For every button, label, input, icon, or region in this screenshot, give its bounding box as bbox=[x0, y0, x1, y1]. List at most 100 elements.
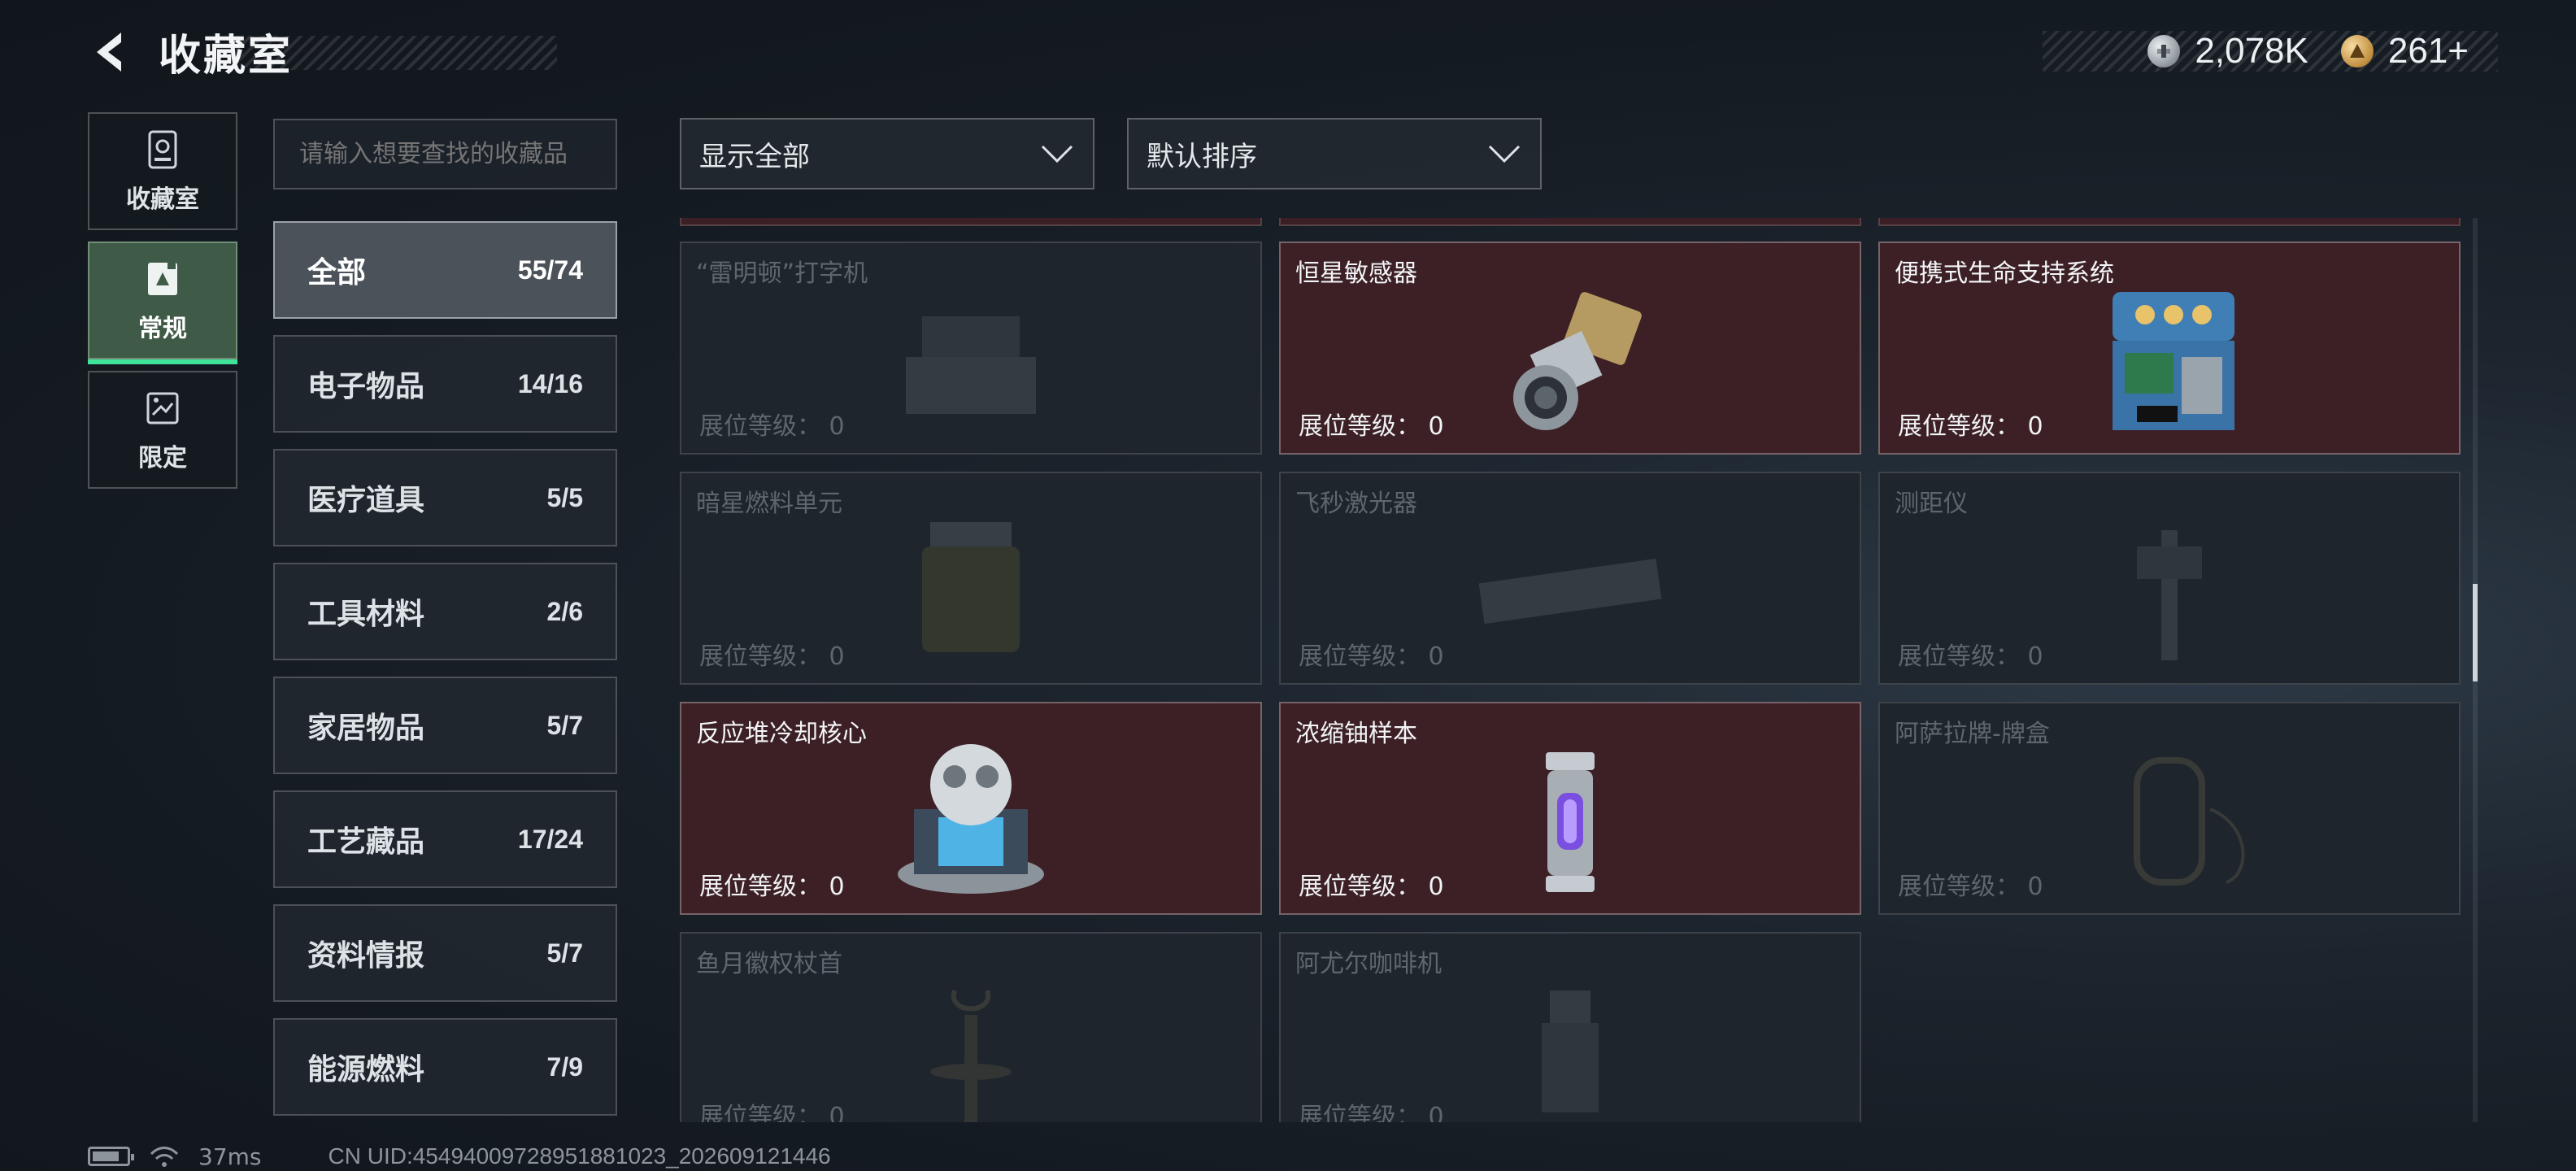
previous-row-card-edge bbox=[1878, 218, 2461, 226]
collection-card[interactable]: 反应堆冷却核心 展位等级： 0 bbox=[680, 702, 1262, 915]
collection-card[interactable]: 阿尤尔咖啡机 展位等级： 0 bbox=[1279, 932, 1861, 1122]
collection-card[interactable]: 测距仪 展位等级： 0 bbox=[1878, 472, 2461, 685]
level-label: 展位等级： bbox=[1299, 1103, 1421, 1122]
collection-card[interactable]: 飞秒激光器 展位等级： 0 bbox=[1279, 472, 1861, 685]
category-crafts[interactable]: 工艺藏品 17/24 bbox=[273, 790, 617, 888]
collection-card[interactable]: 鱼月徽权杖首 展位等级： 0 bbox=[680, 932, 1262, 1122]
category-name: 医疗道具 bbox=[307, 484, 425, 517]
laser-icon bbox=[1478, 558, 1662, 625]
item-name: 阿萨拉牌-牌盒 bbox=[1895, 720, 2050, 748]
regular-icon bbox=[148, 260, 177, 295]
level-label: 展位等级： bbox=[699, 1103, 821, 1122]
reactor-core-icon bbox=[898, 744, 1044, 894]
grid-scrollbar[interactable] bbox=[2473, 218, 2478, 1122]
category-count: 17/24 bbox=[517, 824, 583, 854]
category-name: 全部 bbox=[307, 256, 367, 289]
item-name: 反应堆冷却核心 bbox=[696, 720, 867, 748]
sidenav-item-label: 收藏室 bbox=[126, 185, 199, 214]
level-value: 0 bbox=[1428, 873, 1444, 901]
category-count: 55/74 bbox=[517, 255, 583, 285]
chevron-down-icon bbox=[1041, 145, 1073, 163]
category-medical[interactable]: 医疗道具 5/5 bbox=[273, 449, 617, 546]
category-name: 电子物品 bbox=[307, 370, 425, 403]
category-tools[interactable]: 工具材料 2/6 bbox=[273, 563, 617, 660]
category-count: 5/5 bbox=[546, 482, 583, 512]
category-intel[interactable]: 资料情报 5/7 bbox=[273, 904, 617, 1002]
level-label: 展位等级： bbox=[699, 412, 821, 441]
level-value: 0 bbox=[829, 873, 845, 901]
level-value: 0 bbox=[2027, 412, 2043, 441]
level-value: 0 bbox=[2027, 642, 2043, 671]
category-list: 全部 55/74 电子物品 14/16 医疗道具 5/5 工具材料 2/6 家居… bbox=[273, 221, 617, 1132]
category-name: 家居物品 bbox=[307, 712, 425, 745]
star-sensor-icon bbox=[1513, 292, 1642, 430]
silver-coin-icon bbox=[2147, 35, 2181, 67]
collection-card[interactable]: 浓缩铀样本 展位等级： 0 bbox=[1279, 702, 1861, 915]
category-name: 能源燃料 bbox=[307, 1053, 425, 1086]
item-level: 展位等级： 0 bbox=[1898, 636, 2043, 672]
item-level: 展位等级： 0 bbox=[699, 636, 845, 672]
level-label: 展位等级： bbox=[1299, 412, 1421, 441]
item-level: 展位等级： 0 bbox=[699, 406, 845, 442]
side-nav: 收藏室 常规 限定 bbox=[88, 112, 237, 500]
sidenav-item-regular[interactable]: 常规 bbox=[88, 242, 237, 364]
gold-currency-value[interactable]: 261+ bbox=[2388, 31, 2469, 72]
card-box-icon bbox=[2134, 757, 2245, 886]
category-count: 2/6 bbox=[546, 596, 583, 626]
category-count: 7/9 bbox=[546, 1051, 583, 1082]
category-count: 5/7 bbox=[546, 710, 583, 740]
collection-card[interactable]: 恒星敏感器 展位等级： 0 bbox=[1279, 242, 1861, 455]
item-level: 展位等级： 0 bbox=[1299, 1096, 1444, 1122]
display-filter-dropdown[interactable]: 显示全部 bbox=[680, 118, 1094, 189]
item-level: 展位等级： 0 bbox=[1898, 866, 2043, 902]
item-level: 展位等级： 0 bbox=[1299, 866, 1444, 902]
collection-card[interactable]: “雷明顿”打字机 展位等级： 0 bbox=[680, 242, 1262, 455]
title-container: 收藏室 bbox=[159, 23, 293, 81]
user-uid: CN UID:4549400972895188​1023_20260912144… bbox=[328, 1143, 831, 1169]
life-support-icon bbox=[2113, 292, 2234, 430]
item-name: 恒星敏感器 bbox=[1295, 259, 1417, 288]
level-value: 0 bbox=[1428, 1103, 1444, 1122]
scepter-head-icon bbox=[930, 990, 1012, 1122]
collection-card[interactable]: 暗星燃料单元 展位等级： 0 bbox=[680, 472, 1262, 685]
gold-coin-icon bbox=[2340, 35, 2374, 67]
sort-dropdown[interactable]: 默认排序 bbox=[1127, 118, 1542, 189]
level-value: 0 bbox=[829, 412, 845, 441]
item-name: 鱼月徽权杖首 bbox=[696, 950, 842, 978]
item-level: 展位等级： 0 bbox=[699, 1096, 845, 1122]
category-electronics[interactable]: 电子物品 14/16 bbox=[273, 335, 617, 433]
fuel-cell-icon bbox=[922, 522, 1020, 652]
silver-currency-value: 2,078K bbox=[2195, 31, 2308, 71]
category-name: 工艺藏品 bbox=[307, 825, 425, 859]
previous-row-card-edge bbox=[1279, 218, 1861, 226]
ping-value: 37ms bbox=[198, 1143, 262, 1170]
sidenav-item-collection-room[interactable]: 收藏室 bbox=[88, 112, 237, 230]
collection-card[interactable]: 阿萨拉牌-牌盒 展位等级： 0 bbox=[1878, 702, 2461, 915]
chevron-down-icon bbox=[1488, 145, 1521, 163]
category-energy[interactable]: 能源燃料 7/9 bbox=[273, 1018, 617, 1116]
category-all[interactable]: 全部 55/74 bbox=[273, 221, 617, 319]
status-bar: 37ms CN UID:4549400972895188​1023_202609… bbox=[88, 1142, 831, 1171]
level-value: 0 bbox=[2027, 873, 2043, 901]
level-value: 0 bbox=[1428, 412, 1444, 441]
scrollbar-thumb[interactable] bbox=[2473, 584, 2478, 681]
previous-row-card-edge bbox=[680, 218, 1262, 226]
item-level: 展位等级： 0 bbox=[1898, 406, 2043, 442]
item-name: 阿尤尔咖啡机 bbox=[1295, 950, 1442, 978]
category-household[interactable]: 家居物品 5/7 bbox=[273, 677, 617, 774]
rangefinder-icon bbox=[2137, 530, 2202, 660]
collection-card[interactable]: 便携式生命支持系统 展位等级： 0 bbox=[1878, 242, 2461, 455]
back-arrow-icon[interactable] bbox=[85, 28, 134, 76]
level-label: 展位等级： bbox=[699, 642, 821, 671]
limited-icon bbox=[146, 392, 179, 424]
level-label: 展位等级： bbox=[699, 873, 821, 901]
level-value: 0 bbox=[829, 642, 845, 671]
item-name: 便携式生命支持系统 bbox=[1895, 259, 2114, 288]
currency-bar: 2,078K 261+ bbox=[2043, 31, 2498, 72]
category-count: 5/7 bbox=[546, 938, 583, 968]
search-input[interactable] bbox=[273, 119, 617, 189]
level-label: 展位等级： bbox=[1299, 642, 1421, 671]
collection-grid: “雷明顿”打字机 展位等级： 0 恒星敏感器 展位等级： 0 便携式生命支持系统… bbox=[680, 218, 2461, 1122]
sidenav-item-limited[interactable]: 限定 bbox=[88, 371, 237, 489]
coffee-machine-icon bbox=[1542, 990, 1599, 1112]
